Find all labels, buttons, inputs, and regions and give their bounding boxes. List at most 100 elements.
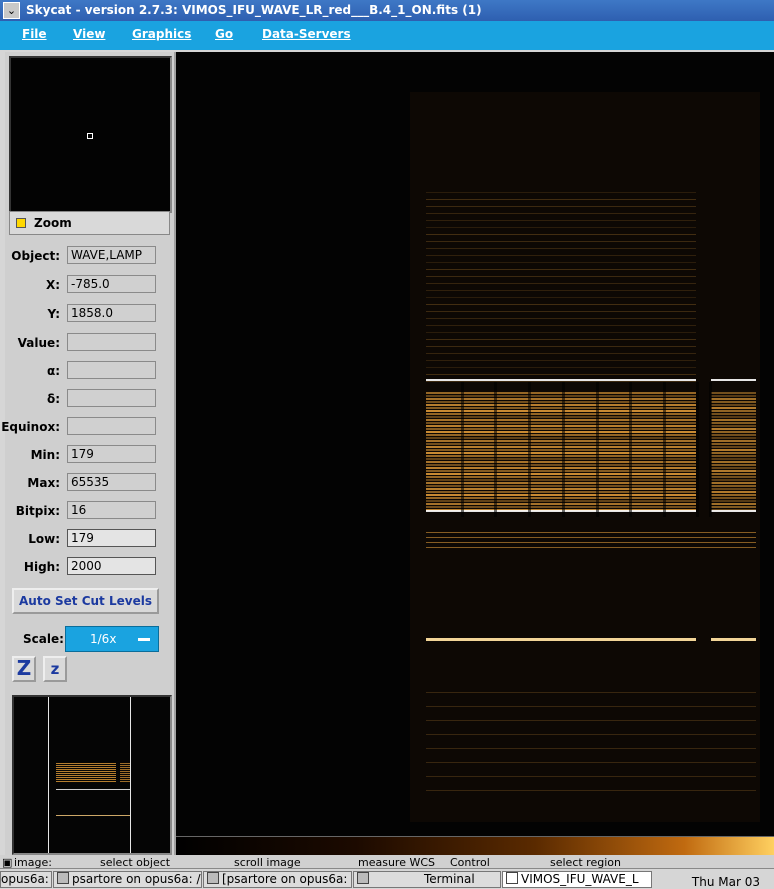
task-label: [psartore on opus6a: / [222, 872, 352, 886]
bright-line [426, 449, 696, 451]
menu-data-servers[interactable]: Data-Servers [262, 27, 351, 41]
field-y: Y: 1858.0 [5, 304, 174, 326]
menu-file[interactable]: File [22, 27, 47, 41]
field-value: WAVE,LAMP [67, 246, 156, 264]
bright-line [426, 434, 696, 436]
scale-select[interactable]: 1/6x [65, 626, 159, 652]
terminal-icon [357, 872, 369, 884]
column-gap [494, 382, 497, 517]
white-line [711, 510, 756, 512]
faint-line [426, 269, 696, 270]
panner-view[interactable] [12, 695, 172, 855]
bright-line [711, 437, 756, 439]
field-label: Equinox: [1, 420, 60, 434]
field-max: Max: 65535 [5, 473, 174, 495]
field-label: Y: [47, 307, 60, 321]
menu-graphics[interactable]: Graphics [132, 27, 191, 41]
bright-line [426, 443, 696, 445]
bright-line [711, 467, 756, 469]
low-cut-input[interactable]: 179 [67, 529, 156, 547]
zoom-toggle[interactable]: Zoom [9, 211, 170, 235]
bright-line [711, 443, 756, 445]
field-equinox: Equinox: [1, 417, 174, 439]
field-min: Min: 179 [5, 445, 174, 467]
bright-line [426, 422, 696, 424]
mid-line [426, 532, 756, 533]
bright-line [426, 413, 696, 415]
faint-line [426, 318, 696, 319]
title-bar[interactable]: ⌄ Skycat - version 2.7.3: VIMOS_IFU_WAVE… [0, 0, 774, 21]
bright-line [711, 482, 756, 484]
menu-go[interactable]: Go [215, 27, 233, 41]
field-label: Max: [27, 476, 60, 490]
bright-line [426, 410, 696, 412]
zoom-label: Zoom [34, 216, 72, 230]
column-gap [562, 382, 565, 517]
zoom-in-button[interactable]: Z [12, 656, 36, 682]
task-label: Terminal [424, 872, 475, 886]
panner-line [120, 767, 130, 768]
faint-line [426, 304, 696, 305]
field-x: X: -785.0 [5, 275, 174, 297]
panner-line [120, 769, 130, 770]
panner-line [120, 771, 130, 772]
white-line [711, 638, 756, 641]
field-label: δ: [46, 392, 60, 406]
bright-line [711, 404, 756, 406]
bright-line [711, 458, 756, 460]
taskbar-task-active[interactable]: VIMOS_IFU_WAVE_L [502, 871, 652, 888]
spectrum-image [410, 92, 760, 822]
field-high: High: 2000 [5, 557, 174, 579]
taskbar-task[interactable]: psartore on opus6a: /h [53, 871, 202, 888]
white-line [426, 510, 696, 512]
bright-line [426, 425, 696, 427]
bright-line [426, 470, 696, 472]
clock: Thu Mar 03 [691, 875, 760, 889]
faint-line [426, 255, 696, 256]
faint-line [426, 706, 756, 707]
bright-line [711, 401, 756, 403]
zoom-checkbox[interactable] [16, 218, 26, 228]
faint-line [426, 241, 696, 242]
bright-line [711, 488, 756, 490]
bright-line [426, 464, 696, 466]
zoom-out-button[interactable]: z [43, 656, 67, 682]
colorbar[interactable] [176, 836, 774, 855]
image-display[interactable] [176, 52, 774, 836]
mid-line [426, 547, 756, 548]
menu-view[interactable]: View [73, 27, 105, 41]
faint-line [426, 213, 696, 214]
faint-line [426, 734, 756, 735]
bright-line [711, 392, 756, 394]
bright-line [426, 407, 696, 409]
bright-line [711, 470, 756, 472]
taskbar-task[interactable]: opus6a: / [0, 871, 52, 888]
field-label: α: [46, 364, 60, 378]
zoom-view[interactable] [9, 56, 172, 213]
window-menu-icon[interactable]: ⌄ [3, 2, 20, 19]
bright-line [711, 461, 756, 463]
auto-set-cut-levels-button[interactable]: Auto Set Cut Levels [12, 588, 159, 614]
field-delta: δ: [5, 389, 174, 411]
bright-line [711, 440, 756, 442]
bright-line [711, 416, 756, 418]
mouse-help-line: ▣ image: select object scroll image meas… [0, 855, 774, 869]
bright-line [711, 506, 756, 508]
bright-line [426, 467, 696, 469]
info-panel: Zoom Object: WAVE,LAMP X: -785.0 Y: 1858… [1, 52, 176, 862]
field-label: Bitpix: [15, 504, 60, 518]
field-bitpix: Bitpix: 16 [5, 501, 174, 523]
faint-line [426, 332, 696, 333]
taskbar-task[interactable]: [psartore on opus6a: / [203, 871, 352, 888]
bright-line [426, 419, 696, 421]
panner-line [56, 765, 116, 766]
terminal-icon [207, 872, 219, 884]
bright-line [711, 497, 756, 499]
taskbar-task[interactable]: Terminal [353, 871, 501, 888]
faint-line [426, 227, 696, 228]
column-gap [528, 382, 531, 517]
bright-line [426, 452, 696, 454]
bright-line [711, 485, 756, 487]
high-cut-input[interactable]: 2000 [67, 557, 156, 575]
bright-line [426, 476, 696, 478]
